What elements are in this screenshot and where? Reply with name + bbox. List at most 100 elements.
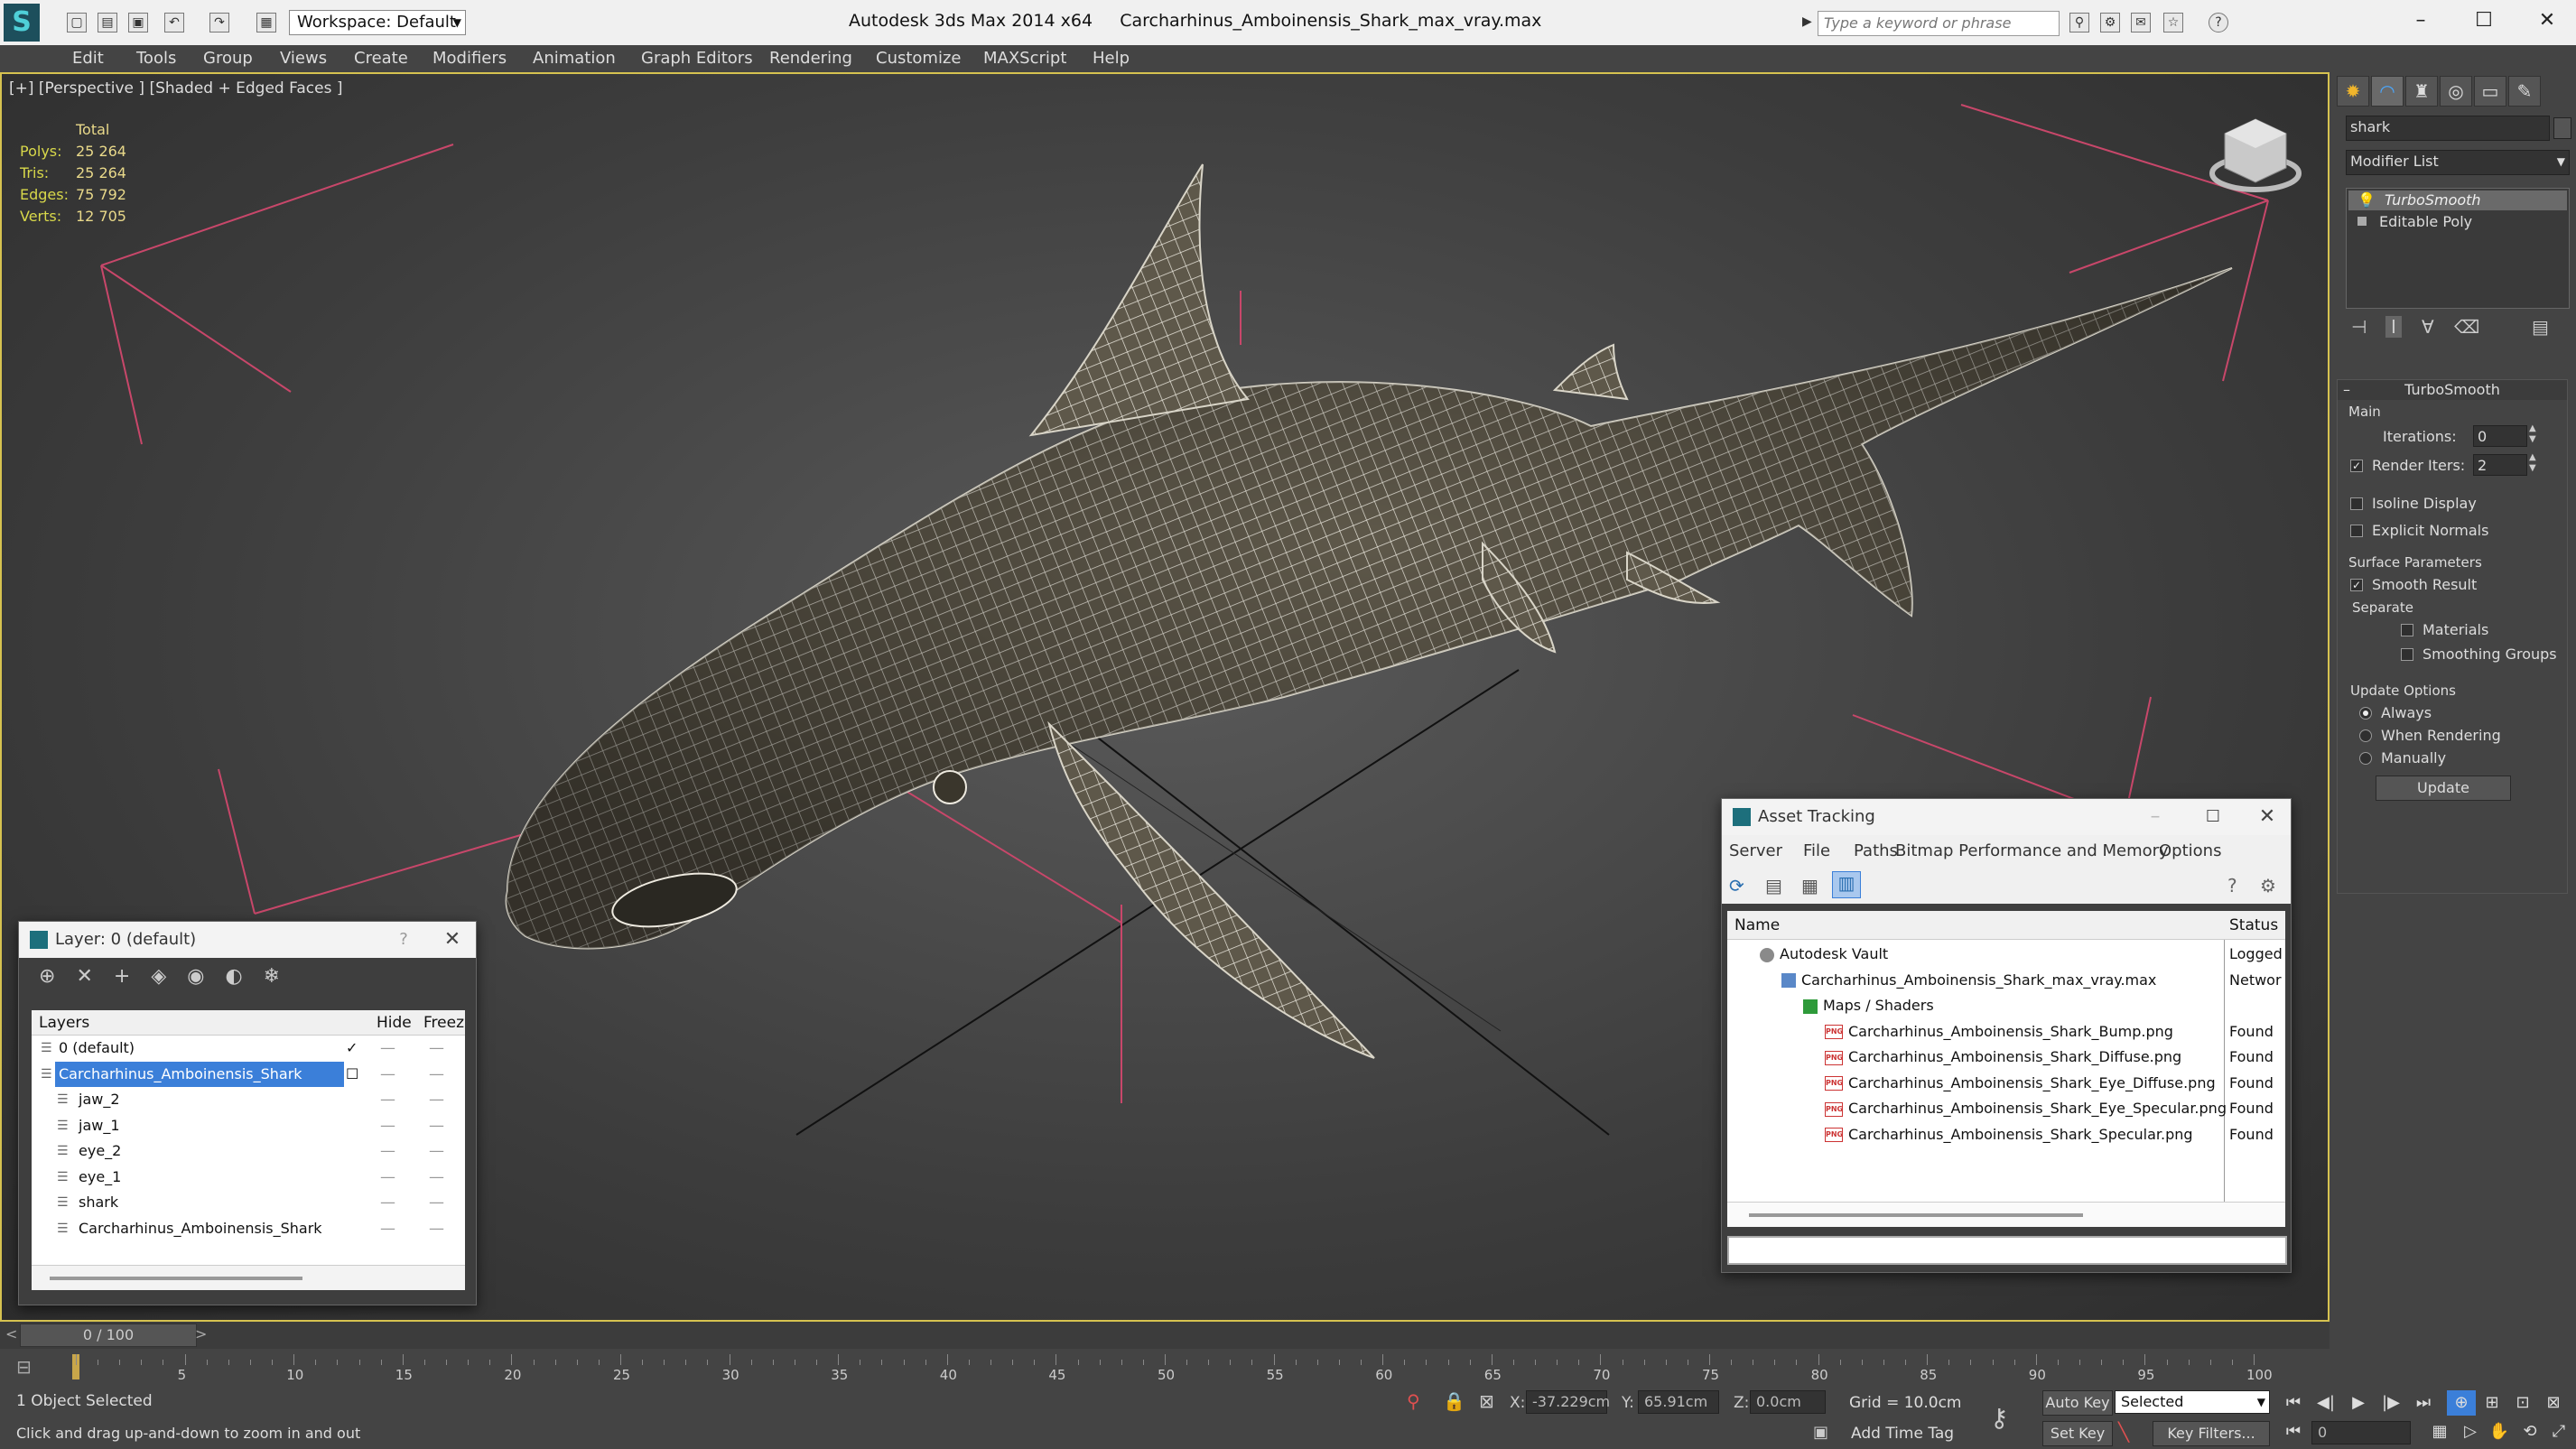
smoothing-groups-checkbox[interactable] <box>2401 648 2413 661</box>
layer-row[interactable]: ☰ jaw_2 — — <box>32 1087 465 1112</box>
spinner-arrows-icon[interactable]: ▲ ▼ <box>2529 423 2536 445</box>
x-coordinate-field[interactable]: -37.229cm <box>1526 1390 1610 1414</box>
expand-icon[interactable] <box>2357 217 2367 226</box>
play-icon[interactable]: ▶ <box>2344 1390 2373 1416</box>
key-mode-dropdown[interactable]: Selected ▼ <box>2115 1390 2270 1414</box>
hide-toggle[interactable]: — <box>380 1138 395 1164</box>
set-key-icon[interactable]: ⚷ <box>1990 1403 2009 1433</box>
pan-icon[interactable]: ✋ <box>2485 1419 2514 1444</box>
motion-tab-icon[interactable]: ◎ <box>2440 76 2472 107</box>
update-always-radio[interactable] <box>2359 707 2372 720</box>
undo-icon[interactable]: ↶ <box>164 13 184 33</box>
asset-menu-options[interactable]: Options <box>2159 835 2221 868</box>
open-file-icon[interactable]: ▤ <box>98 13 117 33</box>
menu-edit[interactable]: Edit <box>72 49 104 68</box>
field-of-view-icon[interactable]: ▷ <box>2456 1419 2485 1444</box>
layer-row[interactable]: ☰ shark — — <box>32 1190 465 1215</box>
materials-checkbox[interactable] <box>2401 624 2413 636</box>
refresh-icon[interactable]: ⟳ <box>1729 875 1744 896</box>
col-status[interactable]: Status <box>2229 911 2278 940</box>
isolate-icon[interactable]: ⚲ <box>1407 1390 1420 1412</box>
freeze-toggle[interactable]: — <box>429 1062 444 1087</box>
hide-toggle[interactable]: — <box>380 1113 395 1138</box>
make-unique-icon[interactable]: ∀ <box>2422 316 2434 338</box>
list-view-icon[interactable]: ▤ <box>1765 875 1782 896</box>
freeze-toggle[interactable]: — <box>429 1216 444 1241</box>
asset-row[interactable]: Carcharhinus_Amboinensis_Shark_max_vray.… <box>1727 968 2285 993</box>
freeze-toggle[interactable]: — <box>429 1165 444 1190</box>
key-mode-icon[interactable]: ⏮ <box>2279 1419 2308 1444</box>
freeze-toggle[interactable]: — <box>429 1113 444 1138</box>
create-tab-icon[interactable]: ✹ <box>2337 76 2369 107</box>
zoom-icon[interactable]: ⊕ <box>2447 1390 2476 1416</box>
asset-row[interactable]: PNG Carcharhinus_Amboinensis_Shark_Eye_Sp… <box>1727 1096 2285 1121</box>
app-logo-icon[interactable]: S <box>4 4 40 42</box>
table-view-icon[interactable]: ▥ <box>1832 871 1861 898</box>
save-file-icon[interactable]: ▣ <box>128 13 148 33</box>
modifier-list-dropdown[interactable]: Modifier List ▼ <box>2346 150 2570 175</box>
layer-row[interactable]: ☰ eye_2 — — <box>32 1138 465 1164</box>
goto-start-icon[interactable]: ⏮ <box>2279 1390 2308 1416</box>
render-iters-checkbox[interactable]: ✓ <box>2350 460 2363 472</box>
hide-toggle[interactable]: — <box>380 1165 395 1190</box>
asset-menu-paths[interactable]: Paths <box>1854 835 1898 868</box>
asset-hscrollbar[interactable] <box>1727 1202 2285 1227</box>
curve-editor-icon[interactable]: ⊟ <box>16 1356 32 1378</box>
hierarchy-tab-icon[interactable]: ♜ <box>2405 76 2438 107</box>
iterations-spinner[interactable]: 0 <box>2473 425 2527 447</box>
collapse-icon[interactable]: – <box>2343 380 2350 400</box>
current-layer-checkbox[interactable]: ✓ <box>346 1036 358 1061</box>
menu-graph-editors[interactable]: Graph Editors <box>641 49 753 68</box>
current-frame-field[interactable]: 0 <box>2311 1421 2411 1444</box>
isoline-display-checkbox[interactable] <box>2350 497 2363 510</box>
zoom-all-icon[interactable]: ⊞ <box>2478 1390 2506 1416</box>
add-to-layer-icon[interactable]: + <box>114 965 130 988</box>
maximize-icon[interactable]: ☐ <box>2195 799 2231 835</box>
viewport-label[interactable]: [+] [Perspective ] [Shaded + Edged Faces… <box>9 79 342 98</box>
layer-manager-window[interactable]: Layer: 0 (default) ? ✕ ⊕ ✕ + ◈ ◉ ◐ ❄ Lay… <box>18 921 477 1305</box>
freeze-all-icon[interactable]: ❄ <box>264 965 280 988</box>
asset-row[interactable]: Autodesk Vault Logged <box>1727 942 2285 967</box>
spinner-arrows-icon[interactable]: ▲ ▼ <box>2529 452 2536 474</box>
highlight-layer-icon[interactable]: ◉ <box>187 965 204 988</box>
track-bar[interactable]: ⊟ 5 10 15 20 25 30 35 40 45 50 55 60 65 70 75 80 85 90 95 1… <box>0 1349 2330 1387</box>
display-tab-icon[interactable]: ▭ <box>2474 76 2506 107</box>
perspective-viewport[interactable]: [+] [Perspective ] [Shaded + Edged Faces… <box>0 72 2330 1322</box>
asset-list[interactable]: Name Status Autodesk Vault Logged Carcharh… <box>1727 911 2285 1227</box>
search-expand-icon[interactable]: ▶ <box>1802 14 1812 29</box>
lightbulb-icon[interactable]: 💡 <box>2357 190 2376 210</box>
new-file-icon[interactable]: ▢ <box>67 13 87 33</box>
remove-modifier-icon[interactable]: ⌫ <box>2454 316 2479 338</box>
zoom-extents-icon[interactable]: ⊡ <box>2508 1390 2537 1416</box>
delete-layer-icon[interactable]: ✕ <box>76 965 92 988</box>
stack-item-editable-poly[interactable]: Editable Poly <box>2348 212 2567 232</box>
asset-row[interactable]: PNG Carcharhinus_Amboinensis_Shark_Eye_Di… <box>1727 1071 2285 1096</box>
key-filters-button[interactable]: Key Filters... <box>2153 1421 2270 1446</box>
time-config-icon[interactable]: ▦ <box>2425 1419 2454 1444</box>
asset-path-field[interactable] <box>1727 1236 2287 1265</box>
col-name[interactable]: Name <box>1734 911 1780 940</box>
thumbnail-view-icon[interactable]: ▦ <box>1801 875 1818 896</box>
hide-toggle[interactable]: — <box>380 1190 395 1215</box>
current-layer-checkbox[interactable]: ☐ <box>346 1062 358 1087</box>
menu-customize[interactable]: Customize <box>876 49 961 68</box>
render-iters-spinner[interactable]: 2 <box>2473 454 2527 476</box>
menu-help[interactable]: Help <box>1093 49 1130 68</box>
subscription-icon[interactable]: ⚙ <box>2100 13 2120 33</box>
configure-modifier-sets-icon[interactable]: ▤ <box>2532 316 2549 338</box>
freeze-toggle[interactable]: — <box>429 1087 444 1112</box>
asset-row[interactable]: PNG Carcharhinus_Amboinensis_Shark_Diffus… <box>1727 1045 2285 1070</box>
close-button[interactable]: ✕ <box>2525 5 2570 36</box>
next-frame-icon[interactable]: > <box>195 1325 207 1342</box>
menu-tools[interactable]: Tools <box>136 49 176 68</box>
layer-window-titlebar[interactable]: Layer: 0 (default) ? ✕ <box>19 922 476 958</box>
close-icon[interactable]: ✕ <box>434 922 470 958</box>
orbit-icon[interactable]: ⟲ <box>2516 1419 2544 1444</box>
update-when-rendering-radio[interactable] <box>2359 729 2372 742</box>
utilities-tab-icon[interactable]: ✎ <box>2508 76 2541 107</box>
workspace-dropdown[interactable]: Workspace: Default ▼ <box>289 10 466 35</box>
layer-row[interactable]: ☰ eye_1 — — <box>32 1165 465 1190</box>
minimize-icon[interactable]: – <box>2137 799 2173 835</box>
redo-icon[interactable]: ↷ <box>209 13 229 33</box>
pin-stack-icon[interactable]: ⊣ <box>2351 316 2367 338</box>
